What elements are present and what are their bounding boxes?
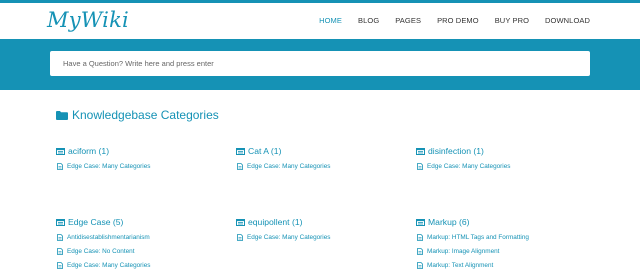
article-link-text: Markup: Text Alignment <box>427 262 494 269</box>
folder-icon <box>56 110 68 120</box>
article-link[interactable]: Markup: Image Alignment <box>416 248 586 255</box>
category-title-text: disinfection (1) <box>428 146 484 156</box>
search-input[interactable] <box>50 51 590 76</box>
document-icon <box>57 163 63 170</box>
article-link-text: Edge Case: No Content <box>67 248 135 255</box>
category-cat-a: Cat A (1) Edge Case: Many Categories <box>236 146 406 177</box>
article-link-text: Edge Case: Many Categories <box>67 163 151 170</box>
document-icon <box>237 163 243 170</box>
article-link-text: Markup: HTML Tags and Formatting <box>427 234 529 241</box>
category-title[interactable]: Edge Case (5) <box>56 217 226 227</box>
list-icon <box>56 147 65 155</box>
document-icon <box>417 262 423 269</box>
list-icon <box>416 147 425 155</box>
nav-item-blog[interactable]: BLOG <box>358 16 379 25</box>
document-icon <box>417 248 423 255</box>
document-icon <box>237 234 243 241</box>
category-title[interactable]: Markup (6) <box>416 217 586 227</box>
document-icon <box>417 163 423 170</box>
article-link[interactable]: Antidisestablishmentarianism <box>56 234 226 241</box>
main-nav: HOME BLOG PAGES PRO DEMO BUY PRO DOWNLOA… <box>303 16 590 25</box>
category-title[interactable]: Cat A (1) <box>236 146 406 156</box>
document-icon <box>57 262 63 269</box>
category-title-text: aciform (1) <box>68 146 110 156</box>
article-link[interactable]: Markup: HTML Tags and Formatting <box>416 234 586 241</box>
nav-item-download[interactable]: DOWNLOAD <box>545 16 590 25</box>
category-title[interactable]: disinfection (1) <box>416 146 586 156</box>
article-link[interactable]: Edge Case: No Content <box>56 248 226 255</box>
document-icon <box>57 234 63 241</box>
nav-item-home[interactable]: HOME <box>319 16 342 25</box>
article-link[interactable]: Edge Case: Many Categories <box>56 163 226 170</box>
document-icon <box>417 234 423 241</box>
site-logo[interactable]: MyWiki <box>47 8 129 32</box>
category-title[interactable]: aciform (1) <box>56 146 226 156</box>
list-icon <box>236 218 245 226</box>
search-hero <box>0 39 640 90</box>
article-link-text: Edge Case: Many Categories <box>67 262 151 269</box>
article-link-text: Edge Case: Many Categories <box>247 234 331 241</box>
search-box <box>50 51 590 76</box>
section-title-text: Knowledgebase Categories <box>72 108 219 122</box>
section-title: Knowledgebase Categories <box>56 108 219 122</box>
nav-item-pages[interactable]: PAGES <box>395 16 421 25</box>
article-link[interactable]: Edge Case: Many Categories <box>236 234 406 241</box>
list-icon <box>416 218 425 226</box>
list-icon <box>236 147 245 155</box>
article-link[interactable]: Edge Case: Many Categories <box>56 262 226 269</box>
category-aciform: aciform (1) Edge Case: Many Categories <box>56 146 226 177</box>
category-title[interactable]: equipollent (1) <box>236 217 406 227</box>
category-edge-case: Edge Case (5) Antidisestablishmentariani… <box>56 217 226 276</box>
nav-item-buy-pro[interactable]: BUY PRO <box>495 16 529 25</box>
document-icon <box>57 248 63 255</box>
article-link[interactable]: Edge Case: Many Categories <box>416 163 586 170</box>
article-link-text: Markup: Image Alignment <box>427 248 500 255</box>
category-title-text: Markup (6) <box>428 217 470 227</box>
category-markup: Markup (6) Markup: HTML Tags and Formatt… <box>416 217 586 276</box>
nav-item-pro-demo[interactable]: PRO DEMO <box>437 16 479 25</box>
category-title-text: Edge Case (5) <box>68 217 124 227</box>
article-link-text: Edge Case: Many Categories <box>427 163 511 170</box>
category-title-text: equipollent (1) <box>248 217 303 227</box>
category-equipollent: equipollent (1) Edge Case: Many Categori… <box>236 217 406 248</box>
article-link-text: Antidisestablishmentarianism <box>67 234 150 241</box>
article-link[interactable]: Markup: Text Alignment <box>416 262 586 269</box>
list-icon <box>56 218 65 226</box>
category-title-text: Cat A (1) <box>248 146 282 156</box>
category-disinfection: disinfection (1) Edge Case: Many Categor… <box>416 146 586 177</box>
article-link-text: Edge Case: Many Categories <box>247 163 331 170</box>
site-header: MyWiki HOME BLOG PAGES PRO DEMO BUY PRO … <box>0 3 640 39</box>
article-link[interactable]: Edge Case: Many Categories <box>236 163 406 170</box>
